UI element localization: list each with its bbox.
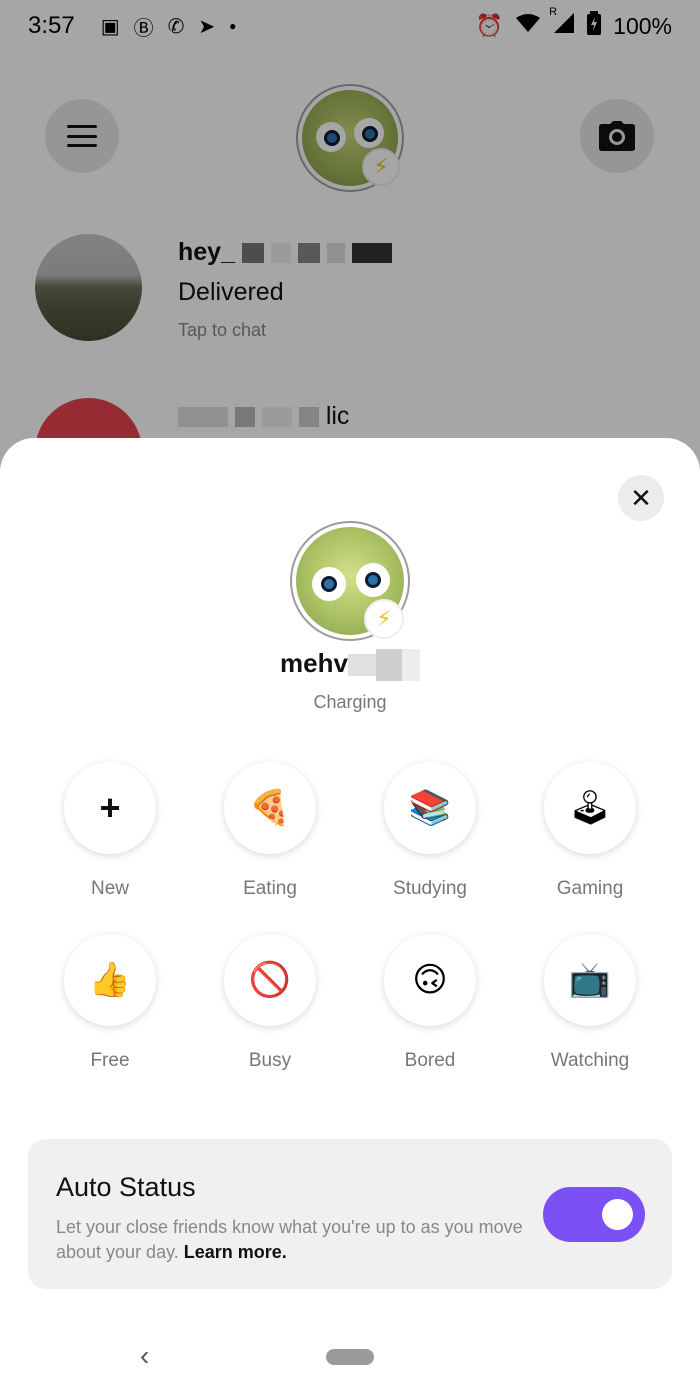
auto-status-description: Let your close friends know what you're … [56,1217,523,1262]
status-label: Eating [243,878,297,899]
status-studying[interactable]: 📚 Studying [350,762,510,900]
status-label: New [90,878,129,899]
auto-status-card: Auto Status Let your close friends know … [28,1139,672,1289]
status-free[interactable]: 👍 Free [30,934,190,1072]
status-label: Bored [404,1050,456,1071]
tv-icon: 📺 [568,961,612,999]
toggle-knob [602,1199,633,1230]
status-label: Watching [550,1050,630,1071]
status-label: Studying [393,878,467,899]
profile-name: mehv [0,648,700,682]
status-watching[interactable]: 📺 Watching [510,934,670,1072]
auto-status-toggle[interactable] [543,1187,645,1242]
status-gaming[interactable]: 🕹 Gaming [510,762,670,900]
profile-status: Charging [313,692,387,712]
status-eating[interactable]: 🍕 Eating [190,762,350,900]
status-label: Free [90,1050,130,1071]
learn-more-link[interactable]: Learn more. [184,1242,287,1262]
thumbs-up-icon: 👍 [88,961,132,999]
no-entry-icon: 🚫 [248,961,292,999]
bolt-icon: ⚡ [364,599,404,639]
auto-status-title: Auto Status [56,1172,196,1202]
close-icon: ✕ [630,482,652,513]
close-button[interactable]: ✕ [618,475,664,521]
status-new[interactable]: + New [30,762,190,900]
status-bored[interactable]: 🙃 Bored [350,934,510,1072]
books-icon: 📚 [408,789,452,827]
joystick-icon: 🕹 [568,789,612,827]
status-label: Busy [248,1050,292,1071]
chevron-left-icon: ‹ [140,1340,150,1371]
pizza-icon: 🍕 [248,789,292,827]
status-label: Gaming [556,878,624,899]
upside-down-face-icon: 🙃 [412,961,448,999]
profile-avatar[interactable]: ⚡ [290,521,410,641]
status-busy[interactable]: 🚫 Busy [190,934,350,1072]
back-button[interactable]: ‹ [140,1340,149,1372]
plus-icon: + [99,787,121,828]
home-pill[interactable] [326,1349,374,1365]
